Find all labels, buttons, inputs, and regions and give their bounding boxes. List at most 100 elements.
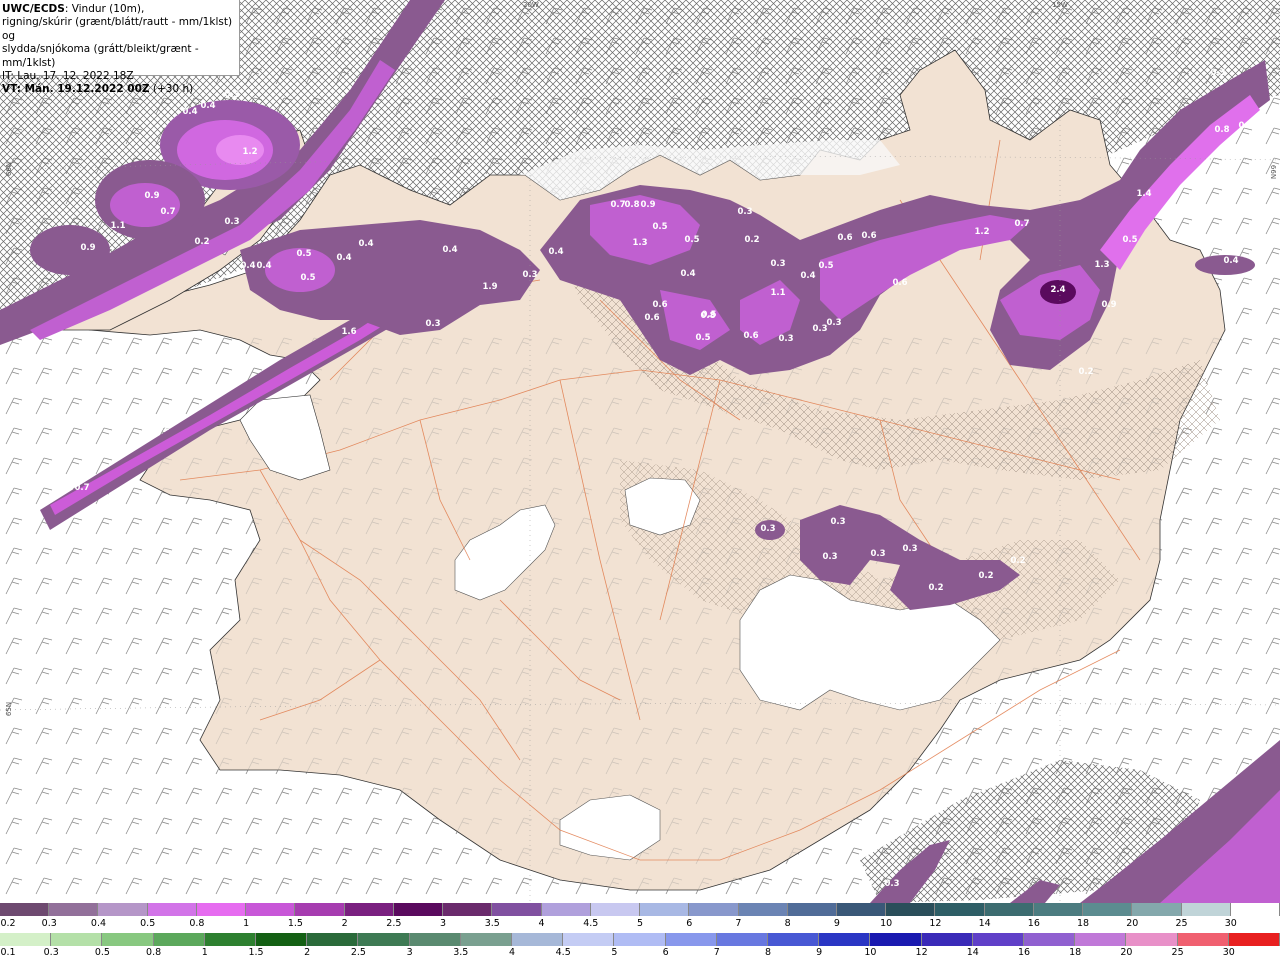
precip-value-label: 0.4 xyxy=(1223,256,1239,266)
snow-legend-tick-label: 18 xyxy=(1077,918,1090,929)
precip-value-label: 0.5 xyxy=(695,333,711,343)
snow-legend-swatch xyxy=(98,903,148,916)
precip-value-label: 0.3 xyxy=(812,324,828,334)
snow-legend-tick-label: 1.5 xyxy=(287,918,303,929)
rain-legend-tick-label: 25 xyxy=(1171,947,1184,958)
snow-legend-tick-label: 20 xyxy=(1126,918,1139,929)
precip-value-label: 0.4 xyxy=(182,107,198,117)
snow-legend-tick-label: 2 xyxy=(341,918,348,929)
rain-legend-tick-label: 4.5 xyxy=(555,947,571,958)
precip-value-label: 0.5 xyxy=(296,249,312,259)
precip-value-label: 0.3 xyxy=(522,270,538,280)
rain-legend-tick-label: 10 xyxy=(864,947,877,958)
lon-label-20w: 20W xyxy=(523,1,539,9)
snow-legend-tick-label: 2.5 xyxy=(386,918,402,929)
snow-legend-swatch xyxy=(640,903,690,916)
model-name: UWC/ECDS xyxy=(2,3,65,15)
rain-legend-tick-label: 0.3 xyxy=(43,947,59,958)
color-legend: 0.2 0.3 0.4 0.5 0.8 1 1.5 2 2.5 3 3.5 4 4.5 5 6 7 8 9 10 12… xyxy=(0,903,1280,960)
header-line1: : Vindur (10m), xyxy=(64,3,145,15)
snow-legend-swatch xyxy=(295,903,345,916)
snow-legend-tick-label: 4 xyxy=(538,918,545,929)
rain-legend-tick-label: 5 xyxy=(611,947,618,958)
precip-value-label: 0.2 xyxy=(1010,556,1026,566)
snow-legend-swatch xyxy=(836,903,887,916)
precip-value-label: 0.9 xyxy=(1101,300,1117,310)
precip-value-label: 0.5 xyxy=(684,235,700,245)
precip-value-label: 0.6 xyxy=(644,313,660,323)
snow-legend-tick-label: 7 xyxy=(735,918,742,929)
precip-value-label: 0.6 xyxy=(743,331,759,341)
precip-value-label: 0.3 xyxy=(830,517,846,527)
rain-legend-tick-label: 30 xyxy=(1222,947,1235,958)
snow-legend-bar xyxy=(0,903,1280,916)
precip-value-label: 0.4 xyxy=(240,261,256,271)
precip-value-label: 0.9 xyxy=(640,200,656,210)
snow-legend-tick-label: 10 xyxy=(880,918,893,929)
valid-time: VT: Mán. 19.12.2022 00Z xyxy=(2,83,150,96)
header-line2: rigning/skúrir (grænt/blátt/rautt - mm/1… xyxy=(2,16,233,42)
rain-legend-swatch xyxy=(358,933,410,946)
precip-value-label: 0.7 xyxy=(1238,121,1254,131)
precip-value-label: 1.9 xyxy=(482,282,498,292)
snow-legend-swatch xyxy=(984,903,1034,916)
lat-label-65n-left: 65N xyxy=(5,701,14,717)
rain-legend-bar xyxy=(0,933,1280,946)
snow-legend-tick-label: 3.5 xyxy=(484,918,500,929)
forecast-map[interactable] xyxy=(0,0,1280,903)
snow-legend-swatch xyxy=(344,903,394,916)
rain-legend-swatch xyxy=(1228,933,1280,946)
precip-value-label: 0.7 xyxy=(74,483,90,493)
precip-value-label: 0.8 xyxy=(1214,125,1230,135)
precip-value-label: 0.5 xyxy=(818,261,834,271)
precip-value-label: 0.7 xyxy=(1014,219,1030,229)
precip-value-label: 0.3 xyxy=(737,207,753,217)
rain-legend-swatch xyxy=(204,933,257,946)
snow-legend-swatch xyxy=(0,903,50,916)
rain-legend-tick-label: 0.8 xyxy=(146,947,162,958)
rain-legend-swatch xyxy=(614,933,666,946)
rain-legend-tick-label: 16 xyxy=(1017,947,1031,958)
precip-value-label: 0.4 xyxy=(336,253,352,263)
precip-value-label: 0.9 xyxy=(80,243,96,253)
rain-legend-swatch xyxy=(819,933,871,946)
rain-legend-swatch xyxy=(870,933,922,946)
precip-value-label: 1.1 xyxy=(110,221,126,231)
rain-legend-swatch xyxy=(665,933,717,946)
precip-value-label: 1.1 xyxy=(770,288,786,298)
rain-legend-tick-label: 6 xyxy=(662,947,669,958)
precip-value-label: 1.2 xyxy=(154,423,170,433)
precip-value-label: 1.4 xyxy=(1136,189,1152,199)
lat-label-66n-right: 66N xyxy=(1269,164,1278,180)
precip-value-label: 0.3 xyxy=(822,552,838,562)
precip-value-label: 0.2 xyxy=(978,571,994,581)
snow-legend-tick-label: 16 xyxy=(1027,918,1040,929)
rain-legend-tick-label: 18 xyxy=(1069,947,1082,958)
precip-value-label: 0.4 xyxy=(800,271,816,281)
rain-legend-swatch xyxy=(768,933,820,946)
snow-legend-swatch xyxy=(1181,903,1231,916)
snow-legend-tick-label: 4.5 xyxy=(583,918,599,929)
rain-legend-tick-label: 3.5 xyxy=(453,947,469,958)
precip-value-label: 0.6 xyxy=(861,231,877,241)
precip-value-label: 0.3 xyxy=(778,334,794,344)
precip-value-label: 1.3 xyxy=(632,238,648,248)
snow-legend-tick-label: 3 xyxy=(440,918,447,929)
precip-value-label: 0.7 xyxy=(610,200,626,210)
snow-legend-swatch xyxy=(49,903,99,916)
snow-legend-tick-label: 0.3 xyxy=(41,918,57,929)
precip-value-label: 0.3 xyxy=(884,879,900,889)
precip-value-label: 0.6 xyxy=(892,278,908,288)
snow-legend-swatch xyxy=(246,903,296,916)
rain-legend-tick-label: 12 xyxy=(915,947,928,958)
snow-legend-swatch xyxy=(1132,903,1182,916)
precip-value-label: 0.7 xyxy=(160,207,176,217)
lat-label-66n-left: 66N xyxy=(5,161,14,177)
rain-legend-tick-label: 20 xyxy=(1120,947,1133,958)
snow-legend-tick-label: 0.2 xyxy=(0,918,16,929)
snow-legend-tick-label: 12 xyxy=(929,918,942,929)
precip-value-label: 1.2 xyxy=(974,227,990,237)
precip-value-label: 0.4 xyxy=(548,247,564,257)
precip-value-label: 1.3 xyxy=(1094,260,1110,270)
precip-value-label: 0.9 xyxy=(144,191,160,201)
